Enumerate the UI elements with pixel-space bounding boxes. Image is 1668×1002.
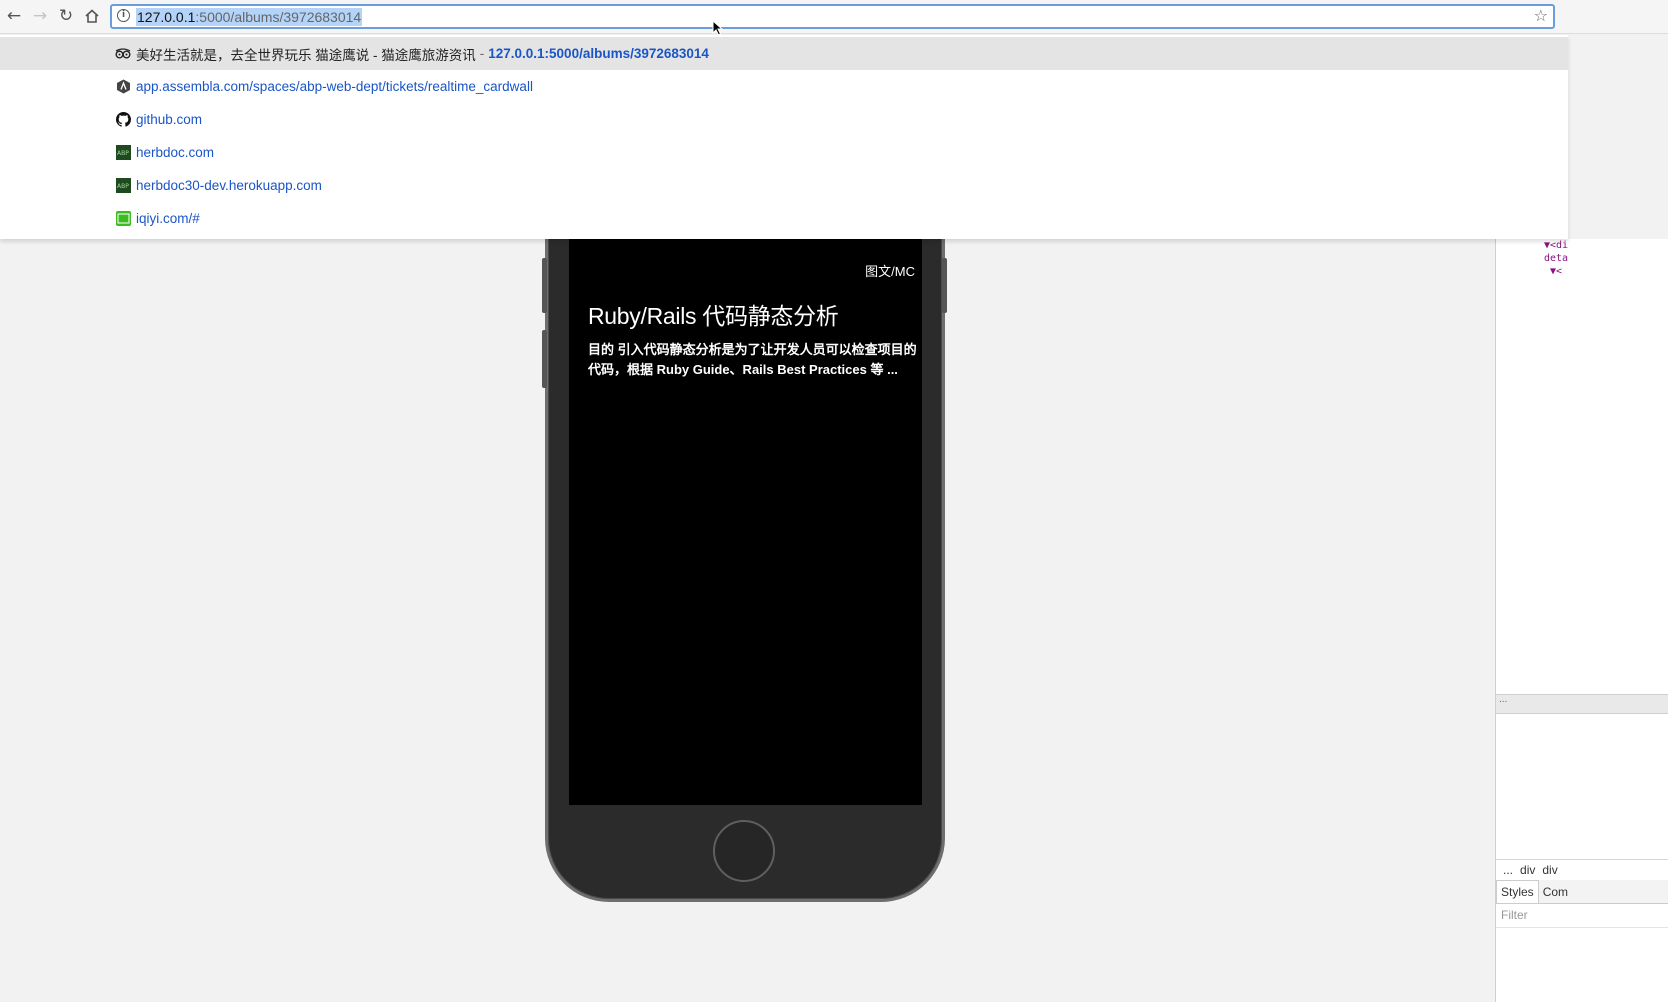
devtools-panel: ▼<di deta ▼< ... ... div div Styles Com Fil… [1495,239,1668,1002]
breadcrumb-item[interactable]: ... [1503,863,1513,877]
svg-text:ABP: ABP [117,183,129,190]
article-title[interactable]: Ruby/Rails 代码静态分析 [588,297,839,331]
tab-computed[interactable]: Com [1539,881,1572,904]
abp-icon: ABP [115,178,131,194]
suggestion-separator: - [479,46,485,61]
suggestion-item[interactable]: ABP herbdoc.com [0,136,1568,169]
suggestion-url: iqiyi.com/# [136,211,200,226]
suggestion-url: app.assembla.com/spaces/abp-web-dept/tic… [136,79,533,94]
phone-home-button[interactable] [713,820,775,882]
styles-filter-input[interactable]: Filter [1501,908,1528,922]
suggestion-item[interactable]: iqiyi.com/# [0,202,1568,235]
article-excerpt: 目的 引入代码静态分析是为了让开发人员可以检查项目的代码，根据 Ruby Gui… [588,342,917,377]
svg-text:ABP: ABP [117,150,129,157]
phone-screen: 图文/MC Ruby/Rails 代码静态分析 目的 引入代码静态分析是为了让开… [569,239,922,805]
iqiyi-icon [115,211,131,227]
suggestion-url: herbdoc30-dev.herokuapp.com [136,178,322,193]
breadcrumb-item[interactable]: div [1520,863,1535,877]
styles-pane [1496,927,1668,1002]
suggestion-item[interactable]: app.assembla.com/spaces/abp-web-dept/tic… [0,70,1568,103]
suggestion-url: 127.0.0.1:5000/albums/3972683014 [488,46,709,61]
assembla-icon [115,79,131,95]
reload-icon[interactable]: ↻ [56,6,76,26]
tab-styles[interactable]: Styles [1496,880,1539,903]
address-path: :5000/albums/3972683014 [195,9,362,25]
breadcrumb-item[interactable]: div [1542,863,1557,877]
suggestion-item[interactable]: ABP herbdoc30-dev.herokuapp.com [0,169,1568,202]
github-icon [115,112,131,128]
address-text[interactable]: 127.0.0.1:5000/albums/3972683014 [136,8,363,26]
dom-breadcrumb: ... div div [1496,859,1668,879]
omnibox-suggestions: 美好生活就是，去全世界玩乐 猫途鹰说 - 猫途鹰旅游资讯 - 127.0.0.1… [0,35,1568,239]
phone-power-button [942,258,947,313]
address-host: 127.0.0.1 [137,9,196,25]
home-icon[interactable] [82,6,102,26]
dom-tree[interactable]: ▼<di deta ▼< [1544,239,1568,304]
phone-volume-button [542,330,547,388]
suggestion-url: herbdoc.com [136,145,215,160]
devtools-tabs: Styles Com [1496,880,1668,904]
browser-toolbar: ← → ↻ i 127.0.0.1:5000/albums/3972683014… [0,0,1668,34]
info-icon[interactable]: i [117,9,130,22]
bookmark-star-icon[interactable]: ☆ [1534,6,1548,26]
article-credit: 图文/MC [865,264,915,279]
suggestion-item[interactable]: 美好生活就是，去全世界玩乐 猫途鹰说 - 猫途鹰旅游资讯 - 127.0.0.1… [0,37,1568,70]
suggestion-item[interactable]: github.com [0,103,1568,136]
phone-volume-button [542,258,547,313]
back-icon[interactable]: ← [4,6,24,26]
suggestion-url: github.com [136,112,203,127]
suggestion-title: 美好生活就是，去全世界玩乐 猫途鹰说 - 猫途鹰旅游资讯 [136,47,476,63]
tripadvisor-icon [115,46,131,62]
forward-icon[interactable]: → [30,6,50,26]
address-bar[interactable]: i 127.0.0.1:5000/albums/3972683014 ☆ [110,4,1555,29]
abp-icon: ABP [115,145,131,161]
devtools-drawer-divider[interactable]: ... [1496,694,1668,714]
